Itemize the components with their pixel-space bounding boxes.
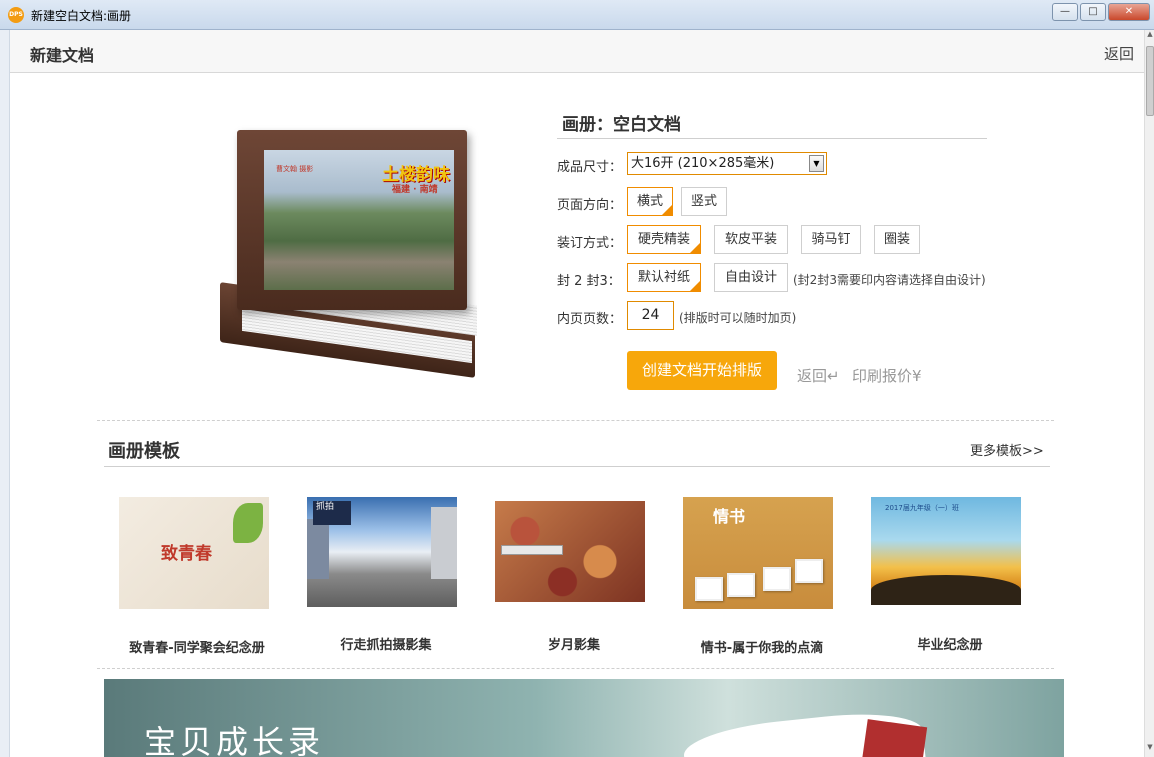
orientation-option-landscape[interactable]: 横式 (627, 187, 673, 216)
template-thumb-text: 2017届九年级（一）班 (885, 504, 959, 512)
template-thumb-text: 抓拍 (313, 501, 351, 525)
more-templates-link[interactable]: 更多模板>> (970, 440, 1044, 459)
window-frame-left (0, 30, 10, 757)
template-thumbnail-1[interactable]: 致青春 (119, 497, 269, 609)
size-select-value: 大16开 (210×285毫米) (631, 156, 775, 171)
binding-label: 装订方式： (557, 236, 623, 251)
template-name[interactable]: 行走抓拍摄影集 (286, 634, 486, 653)
building-decoration (307, 519, 329, 579)
template-thumb-text: 致青春 (161, 544, 212, 564)
create-document-button[interactable]: 创建文档开始排版 (627, 351, 777, 390)
book-cover-photo: 曹文翰 摄影 土楼韵味 福建 · 南靖 (264, 150, 454, 290)
template-thumbnail-5[interactable]: 2017届九年级（一）班 (871, 497, 1021, 605)
film-strip-decoration (501, 545, 563, 555)
chevron-down-icon[interactable]: ▼ (809, 155, 824, 172)
cover23-option-default[interactable]: 默认衬纸 (627, 263, 701, 292)
section-divider (97, 668, 1054, 669)
building-decoration (431, 507, 457, 579)
size-label: 成品尺寸： (557, 160, 623, 175)
album-preview-image: 曹文翰 摄影 土楼韵味 福建 · 南靖 (212, 120, 482, 380)
leaf-decoration-icon (233, 503, 263, 543)
page-title: 新建文档 (30, 46, 95, 65)
section-divider (97, 420, 1054, 421)
template-thumbnail-4[interactable]: 情书 (683, 497, 833, 609)
cover23-label: 封 2 封3： (557, 274, 621, 289)
book-cover-subtitle: 福建 · 南靖 (392, 185, 438, 195)
photo-frame-icon (695, 577, 723, 601)
pages-note: (排版时可以随时加页) (679, 311, 797, 325)
template-thumbnail-2[interactable]: 抓拍 (307, 497, 457, 607)
template-thumbnail-3[interactable] (495, 501, 645, 602)
page-header: 新建文档 返回 (10, 30, 1144, 73)
template-thumb-text: 情书 (713, 507, 746, 526)
orientation-label: 页面方向： (557, 198, 623, 213)
templates-heading: 画册模板 (108, 441, 180, 462)
minimize-button[interactable]: — (1052, 3, 1078, 21)
scroll-up-arrow-icon[interactable]: ▲ (1145, 30, 1154, 44)
template-name[interactable]: 毕业纪念册 (850, 634, 1050, 653)
print-quote-link[interactable]: 印刷报价¥ (852, 365, 922, 386)
close-button[interactable]: ✕ (1108, 3, 1150, 21)
scroll-thumb[interactable] (1146, 46, 1154, 116)
template-name[interactable]: 情书-属于你我的点滴 (662, 637, 862, 656)
form-title: 画册：空白文档 (562, 115, 681, 135)
photo-frame-icon (727, 573, 755, 597)
size-select[interactable]: 大16开 (210×285毫米) ▼ (627, 152, 827, 175)
app-logo-icon: DPS (8, 7, 24, 23)
scroll-down-arrow-icon[interactable]: ▼ (1145, 743, 1154, 757)
template-name[interactable]: 岁月影集 (474, 634, 674, 653)
orientation-option-portrait[interactable]: 竖式 (681, 187, 727, 216)
promo-banner[interactable]: 宝贝成长录 (104, 679, 1064, 757)
binding-option-hardcover[interactable]: 硬壳精装 (627, 225, 701, 254)
window-titlebar: DPS 新建空白文档:画册 — □ ✕ (0, 0, 1154, 30)
book-cover-author: 曹文翰 摄影 (276, 165, 314, 173)
form-back-link[interactable]: 返回↵ (797, 365, 840, 386)
maximize-button[interactable]: □ (1080, 3, 1106, 21)
cover23-note: (封2封3需要印内容请选择自由设计) (793, 273, 986, 287)
vertical-scrollbar[interactable]: ▲ ▼ (1144, 30, 1154, 757)
template-name[interactable]: 致青春-同学聚会纪念册 (97, 637, 297, 656)
photo-frame-icon (763, 567, 791, 591)
pages-input[interactable]: 24 (627, 301, 674, 330)
templates-divider (104, 466, 1050, 467)
hill-silhouette (871, 575, 1021, 605)
binding-option-softcover[interactable]: 软皮平装 (714, 225, 788, 254)
cover23-option-free-design[interactable]: 自由设计 (714, 263, 788, 292)
photo-frame-icon (795, 559, 823, 583)
form-title-divider (557, 138, 987, 139)
pages-label: 内页页数： (557, 312, 623, 327)
window-title: 新建空白文档:画册 (31, 9, 132, 23)
header-back-link[interactable]: 返回 (1104, 43, 1134, 64)
binding-option-spiral[interactable]: 圈装 (874, 225, 920, 254)
binding-option-saddle-stitch[interactable]: 骑马钉 (801, 225, 861, 254)
banner-title: 宝贝成长录 (144, 723, 325, 757)
